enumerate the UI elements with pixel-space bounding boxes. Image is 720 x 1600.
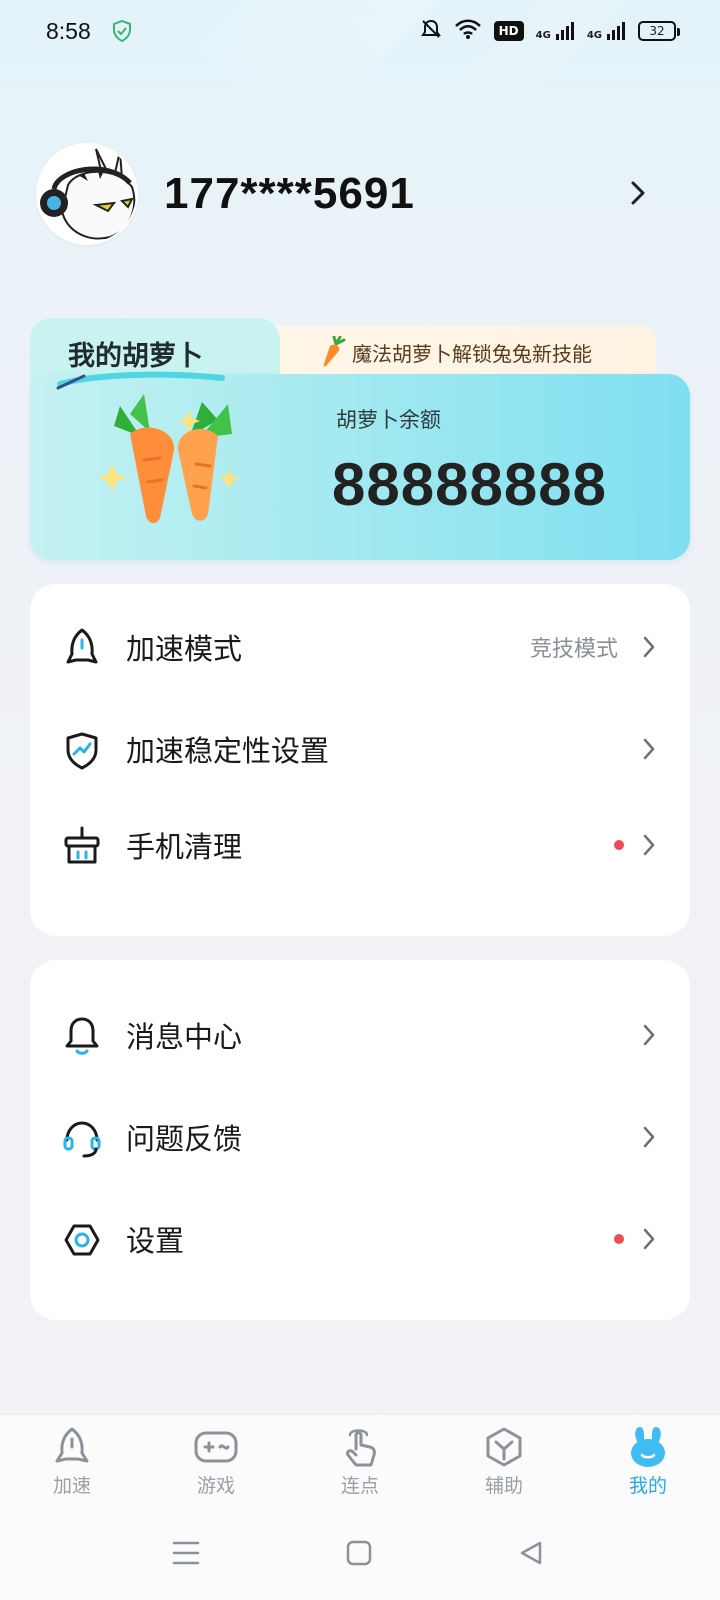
signal-icon-1: 4G bbox=[536, 21, 575, 41]
carrots-illustration-icon bbox=[100, 394, 239, 524]
nav-label: 加速 bbox=[52, 1475, 91, 1497]
battery-indicator: 32 bbox=[638, 21, 680, 41]
home-icon[interactable] bbox=[346, 1540, 372, 1570]
notification-badge bbox=[614, 1234, 624, 1244]
menu-label: 加速模式 bbox=[126, 632, 243, 666]
rocket-icon bbox=[60, 626, 104, 670]
chevron-right-icon bbox=[642, 833, 656, 861]
menu-label: 加速稳定性设置 bbox=[126, 734, 330, 768]
back-icon[interactable] bbox=[518, 1540, 544, 1570]
signal-icon-2: 4G bbox=[587, 21, 626, 41]
nav-label: 游戏 bbox=[196, 1475, 235, 1497]
bottom-navigation: 加速 游戏 连点 辅助 我的 bbox=[0, 1414, 720, 1514]
network-type-2: 4G bbox=[586, 30, 602, 41]
nav-label: 辅助 bbox=[484, 1475, 523, 1497]
mute-bell-icon bbox=[420, 18, 442, 44]
menu-label: 设置 bbox=[126, 1224, 185, 1258]
rocket-icon bbox=[55, 1427, 89, 1463]
promo-text: 魔法胡萝卜解锁兔兔新技能 bbox=[352, 341, 592, 366]
menu-item-acceleration-mode[interactable]: 加速模式 竞技模式 bbox=[30, 602, 690, 692]
menu-item-feedback[interactable]: 问题反馈 bbox=[30, 1092, 690, 1182]
status-time: 8:58 bbox=[46, 18, 91, 44]
status-icons: HD 4G 4G 32 bbox=[420, 18, 680, 44]
carrot-balance-label: 胡萝卜余额 bbox=[336, 408, 441, 432]
network-type-1: 4G bbox=[535, 30, 551, 41]
hd-badge: HD bbox=[493, 21, 524, 41]
chevron-right-icon bbox=[642, 1023, 656, 1051]
cube-icon bbox=[486, 1427, 522, 1467]
nav-tab-autoclick[interactable]: 连点 bbox=[310, 1425, 410, 1498]
nav-tab-accelerate[interactable]: 加速 bbox=[22, 1425, 122, 1498]
carrot-small-icon bbox=[323, 336, 346, 367]
menu-item-settings[interactable]: 设置 bbox=[30, 1194, 690, 1284]
menu-label: 消息中心 bbox=[126, 1020, 243, 1054]
menu-item-stability-settings[interactable]: 加速稳定性设置 bbox=[30, 704, 690, 794]
carrot-balance-card[interactable]: 我的胡萝卜 魔法胡萝卜解锁兔兔新技能 胡萝卜余额 88888888 bbox=[30, 318, 690, 560]
tap-hand-icon bbox=[346, 1429, 376, 1467]
wifi-icon bbox=[454, 18, 482, 44]
menu-label: 手机清理 bbox=[126, 830, 243, 864]
headset-icon bbox=[60, 1116, 104, 1160]
menu-item-phone-cleanup[interactable]: 手机清理 bbox=[30, 800, 690, 890]
rabbit-icon bbox=[631, 1427, 665, 1467]
gear-icon bbox=[60, 1218, 104, 1262]
menu-value: 竞技模式 bbox=[529, 637, 618, 662]
menu-group-general: 消息中心 问题反馈 设置 bbox=[30, 960, 690, 1320]
nav-label: 我的 bbox=[628, 1475, 667, 1497]
gamepad-icon bbox=[194, 1431, 238, 1463]
nav-label: 连点 bbox=[340, 1475, 379, 1497]
security-shield-icon bbox=[112, 19, 132, 46]
profile-header[interactable]: 177****5691 bbox=[36, 142, 686, 246]
status-bar: 8:58 HD 4G 4G 32 bbox=[0, 0, 720, 64]
nav-tab-assist[interactable]: 辅助 bbox=[454, 1425, 554, 1498]
menu-icon[interactable] bbox=[172, 1540, 200, 1570]
system-navigation-bar bbox=[0, 1514, 720, 1600]
cleaning-basket-icon bbox=[60, 824, 104, 868]
user-phone: 177****5691 bbox=[164, 169, 415, 218]
notification-badge bbox=[614, 840, 624, 850]
menu-item-message-center[interactable]: 消息中心 bbox=[30, 990, 690, 1080]
chevron-right-icon[interactable] bbox=[630, 180, 646, 210]
chevron-right-icon bbox=[642, 635, 656, 663]
chevron-right-icon bbox=[642, 1227, 656, 1255]
avatar[interactable] bbox=[36, 143, 138, 245]
menu-label: 问题反馈 bbox=[126, 1122, 243, 1156]
bell-icon bbox=[60, 1014, 104, 1058]
chevron-right-icon bbox=[642, 1125, 656, 1153]
chevron-right-icon bbox=[642, 737, 656, 765]
nav-tab-mine[interactable]: 我的 bbox=[598, 1425, 698, 1498]
nav-tab-games[interactable]: 游戏 bbox=[166, 1425, 266, 1498]
promo-banner[interactable]: 魔法胡萝卜解锁兔兔新技能 bbox=[322, 336, 592, 368]
rabbit-avatar-icon bbox=[38, 145, 136, 243]
shield-trend-icon bbox=[60, 728, 104, 772]
menu-group-acceleration: 加速模式 竞技模式 加速稳定性设置 手机清理 bbox=[30, 584, 690, 936]
carrot-balance-value: 88888888 bbox=[332, 451, 607, 518]
